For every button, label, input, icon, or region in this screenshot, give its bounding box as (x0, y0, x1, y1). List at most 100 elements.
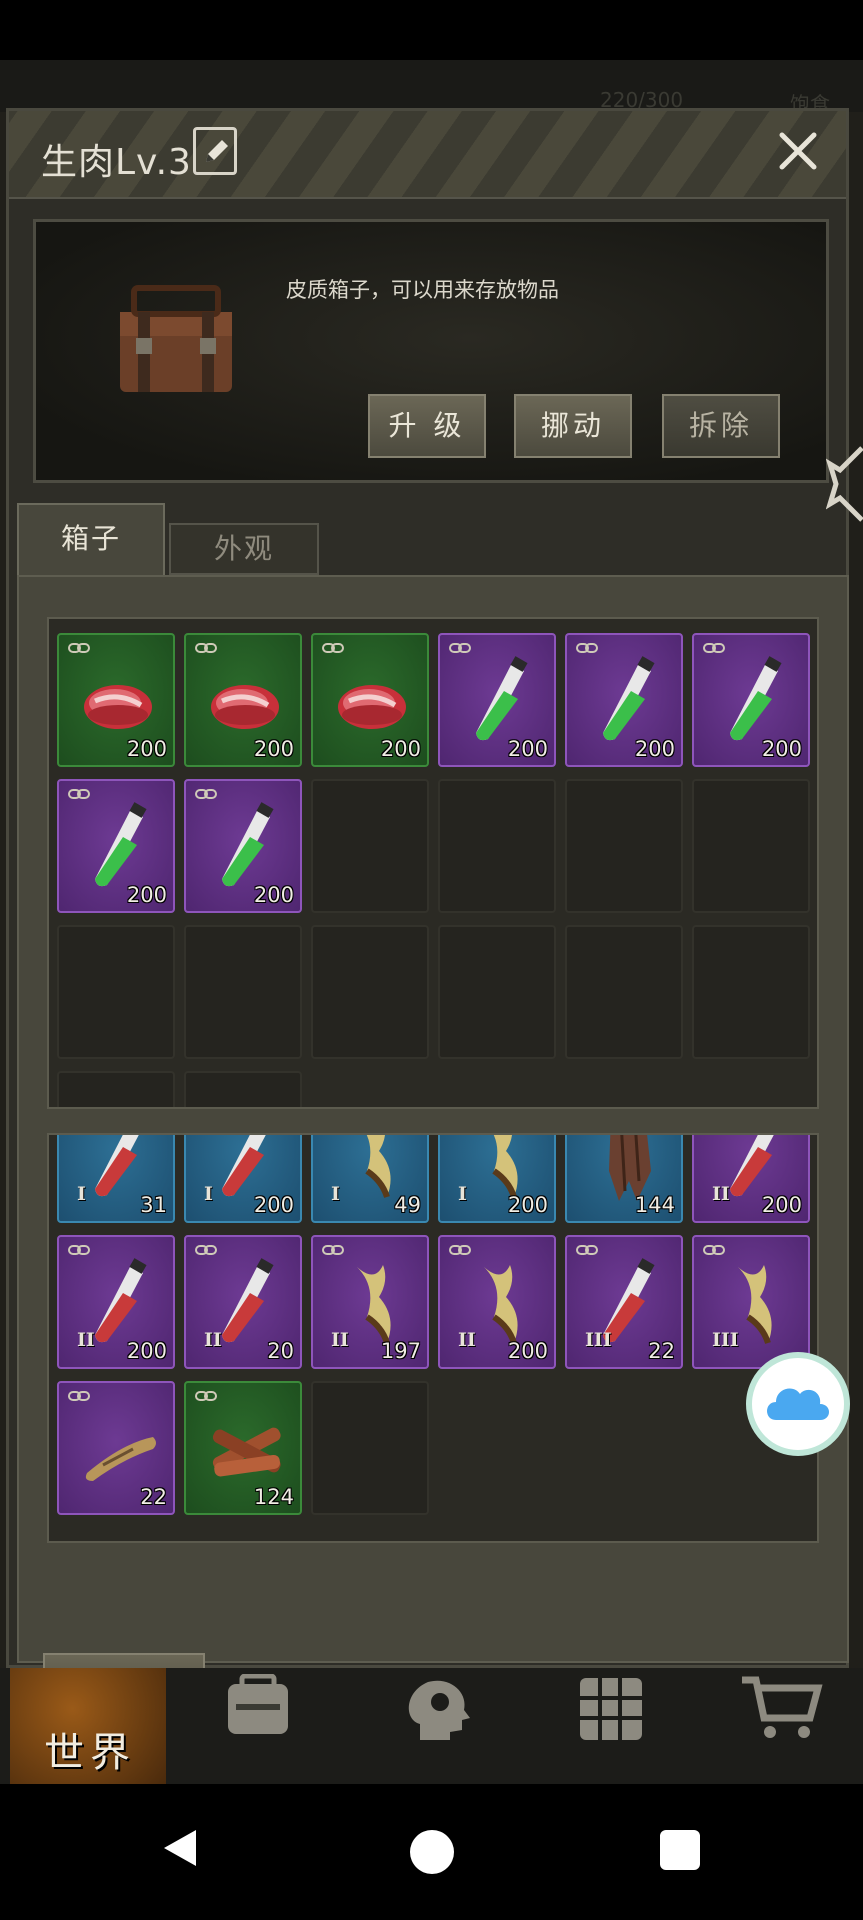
leather-chest-icon (120, 285, 232, 392)
tab-content: 200 200 200 200 200 200 200 200 I 31 I 200 I 49 I 200 1… (17, 575, 849, 1663)
item-tier: I (458, 1183, 467, 1205)
item-slot[interactable]: II 197 (311, 1235, 429, 1369)
empty-slot[interactable] (184, 925, 302, 1059)
item-slot[interactable]: 200 (438, 633, 556, 767)
empty-slot[interactable] (565, 925, 683, 1059)
empty-slot[interactable] (311, 779, 429, 913)
pencil-icon (206, 140, 228, 162)
nav-skills[interactable] (370, 1668, 542, 1784)
item-tier: II (458, 1329, 476, 1351)
nav-shop[interactable] (718, 1668, 863, 1784)
wooden-stick-icon (85, 1437, 156, 1481)
item-quantity: 49 (394, 1193, 421, 1217)
empty-slot[interactable] (57, 1071, 175, 1107)
item-quantity: 197 (380, 1339, 421, 1363)
item-tier: I (77, 1183, 86, 1205)
empty-slot[interactable] (692, 925, 810, 1059)
item-quantity: 200 (507, 1193, 548, 1217)
storage-dialog: 生肉Lv.3 皮质箱子，可以用来存放物品 升 级 挪动 拆除 箱子 外观 200… (6, 108, 849, 1715)
nav-crafting[interactable] (544, 1668, 716, 1784)
cloud-icon (767, 1388, 829, 1420)
remove-button[interactable]: 拆除 (662, 394, 780, 458)
firewood-icon (212, 1427, 281, 1477)
empty-slot[interactable] (438, 779, 556, 913)
item-slot[interactable]: I 200 (438, 1135, 556, 1223)
empty-slot[interactable] (438, 925, 556, 1059)
upgrade-button[interactable]: 升 级 (368, 394, 486, 458)
item-slot[interactable]: 200 (57, 779, 175, 913)
inventory-grid[interactable]: I 31 I 200 I 49 I 200 144 II 200 II 200 II 20 II 197 II 20… (47, 1133, 819, 1543)
empty-slot[interactable] (565, 779, 683, 913)
item-slot[interactable]: 200 (692, 633, 810, 767)
raw-meat-icon (338, 685, 406, 729)
red-vial-icon (95, 1135, 139, 1197)
recents-icon[interactable] (660, 1830, 700, 1870)
empty-slot[interactable] (57, 925, 175, 1059)
item-slot[interactable]: 22 (57, 1381, 175, 1515)
item-tier: II (331, 1329, 349, 1351)
item-tier: III (585, 1329, 612, 1351)
wrench-icon[interactable] (825, 444, 863, 538)
empty-slot[interactable] (184, 1071, 302, 1107)
item-description: 皮质箱子，可以用来存放物品 (286, 278, 559, 302)
item-slot[interactable]: II 200 (57, 1235, 175, 1369)
item-tier: III (712, 1329, 739, 1351)
move-button[interactable]: 挪动 (514, 394, 632, 458)
back-icon[interactable] (160, 1826, 200, 1870)
item-slot[interactable]: 124 (184, 1381, 302, 1515)
item-quantity: 200 (761, 737, 802, 761)
system-navigation-bar (0, 1784, 863, 1920)
item-slot[interactable]: III (692, 1235, 810, 1369)
green-vial-icon (476, 656, 528, 741)
green-vial-icon (730, 656, 782, 741)
close-icon (779, 132, 817, 170)
item-slot[interactable]: II 200 (692, 1135, 810, 1223)
item-quantity: 22 (648, 1339, 675, 1363)
item-quantity: 200 (126, 737, 167, 761)
item-quantity: 200 (634, 737, 675, 761)
item-quantity: 200 (507, 737, 548, 761)
item-slot[interactable]: 200 (57, 633, 175, 767)
tab-appearance[interactable]: 外观 (169, 523, 319, 575)
item-slot[interactable]: 144 (565, 1135, 683, 1223)
raw-meat-icon (84, 685, 152, 729)
item-quantity: 124 (253, 1485, 294, 1509)
item-quantity: 200 (253, 883, 294, 907)
item-quantity: 200 (126, 1339, 167, 1363)
raw-meat-icon (211, 685, 279, 729)
item-slot[interactable]: 200 (184, 779, 302, 913)
shopping-cart-icon (742, 1676, 823, 1738)
item-slot[interactable]: 200 (184, 633, 302, 767)
item-quantity: 200 (126, 883, 167, 907)
status-strip: 220/300 饱食 (0, 60, 863, 116)
home-icon[interactable] (410, 1830, 454, 1874)
rename-button[interactable] (193, 127, 237, 175)
item-quantity: 200 (761, 1193, 802, 1217)
tab-box[interactable]: 箱子 (17, 503, 165, 575)
item-tier: I (204, 1183, 213, 1205)
empty-slot[interactable] (692, 779, 810, 913)
dialog-title-bar: 生肉Lv.3 (9, 111, 846, 199)
item-slot[interactable]: III 22 (565, 1235, 683, 1369)
item-slot[interactable]: I 31 (57, 1135, 175, 1223)
empty-slot[interactable] (311, 925, 429, 1059)
item-tier: II (712, 1183, 730, 1205)
dialog-title: 生肉Lv.3 (41, 142, 192, 183)
nav-world[interactable]: 世界 (10, 1668, 166, 1784)
item-slot[interactable]: 200 (311, 633, 429, 767)
item-slot[interactable]: 200 (565, 633, 683, 767)
item-quantity: 200 (253, 1193, 294, 1217)
item-quantity: 144 (634, 1193, 675, 1217)
close-button[interactable] (776, 129, 820, 173)
storage-grid[interactable]: 200 200 200 200 200 200 200 200 (47, 617, 819, 1109)
item-slot[interactable]: II 20 (184, 1235, 302, 1369)
backpack-icon (228, 1674, 288, 1734)
item-slot[interactable]: I 200 (184, 1135, 302, 1223)
green-vial-icon (222, 802, 274, 887)
item-slot[interactable]: II 200 (438, 1235, 556, 1369)
item-slot[interactable]: I 49 (311, 1135, 429, 1223)
cloud-sync-button[interactable] (746, 1352, 850, 1456)
green-vial-icon (95, 802, 147, 887)
nav-backpack[interactable] (196, 1668, 368, 1784)
empty-slot[interactable] (311, 1381, 429, 1515)
